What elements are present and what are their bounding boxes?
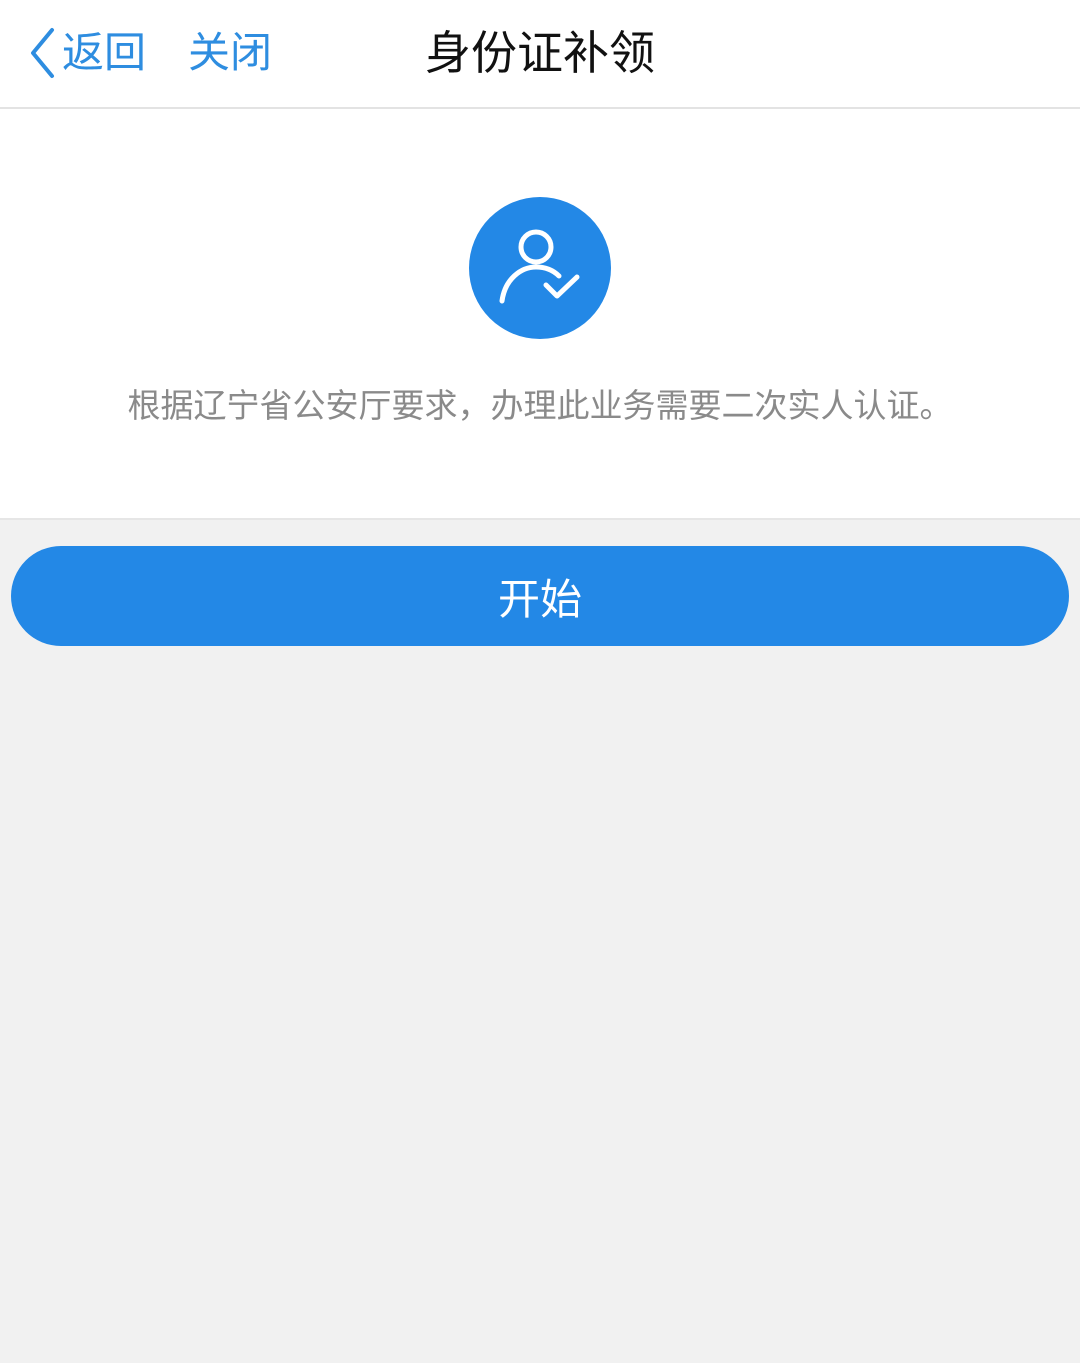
verification-info-panel: 根据辽宁省公安厅要求，办理此业务需要二次实人认证。 — [0, 109, 1080, 520]
user-check-icon — [499, 229, 580, 304]
verification-notice: 根据辽宁省公安厅要求，办理此业务需要二次实人认证。 — [127, 386, 953, 425]
page-title: 身份证补领 — [425, 26, 655, 80]
verification-badge — [469, 197, 611, 339]
close-button-label: 关闭 — [188, 28, 273, 77]
close-button[interactable]: 关闭 — [188, 22, 272, 84]
chevron-left-icon — [31, 28, 54, 78]
navigation-bar: 返回 关闭 身份证补领 — [0, 0, 1080, 109]
start-button-label: 开始 — [497, 574, 582, 624]
start-button[interactable]: 开始 — [11, 546, 1069, 646]
back-button[interactable]: 返回 — [28, 22, 146, 84]
back-button-label: 返回 — [62, 28, 147, 77]
